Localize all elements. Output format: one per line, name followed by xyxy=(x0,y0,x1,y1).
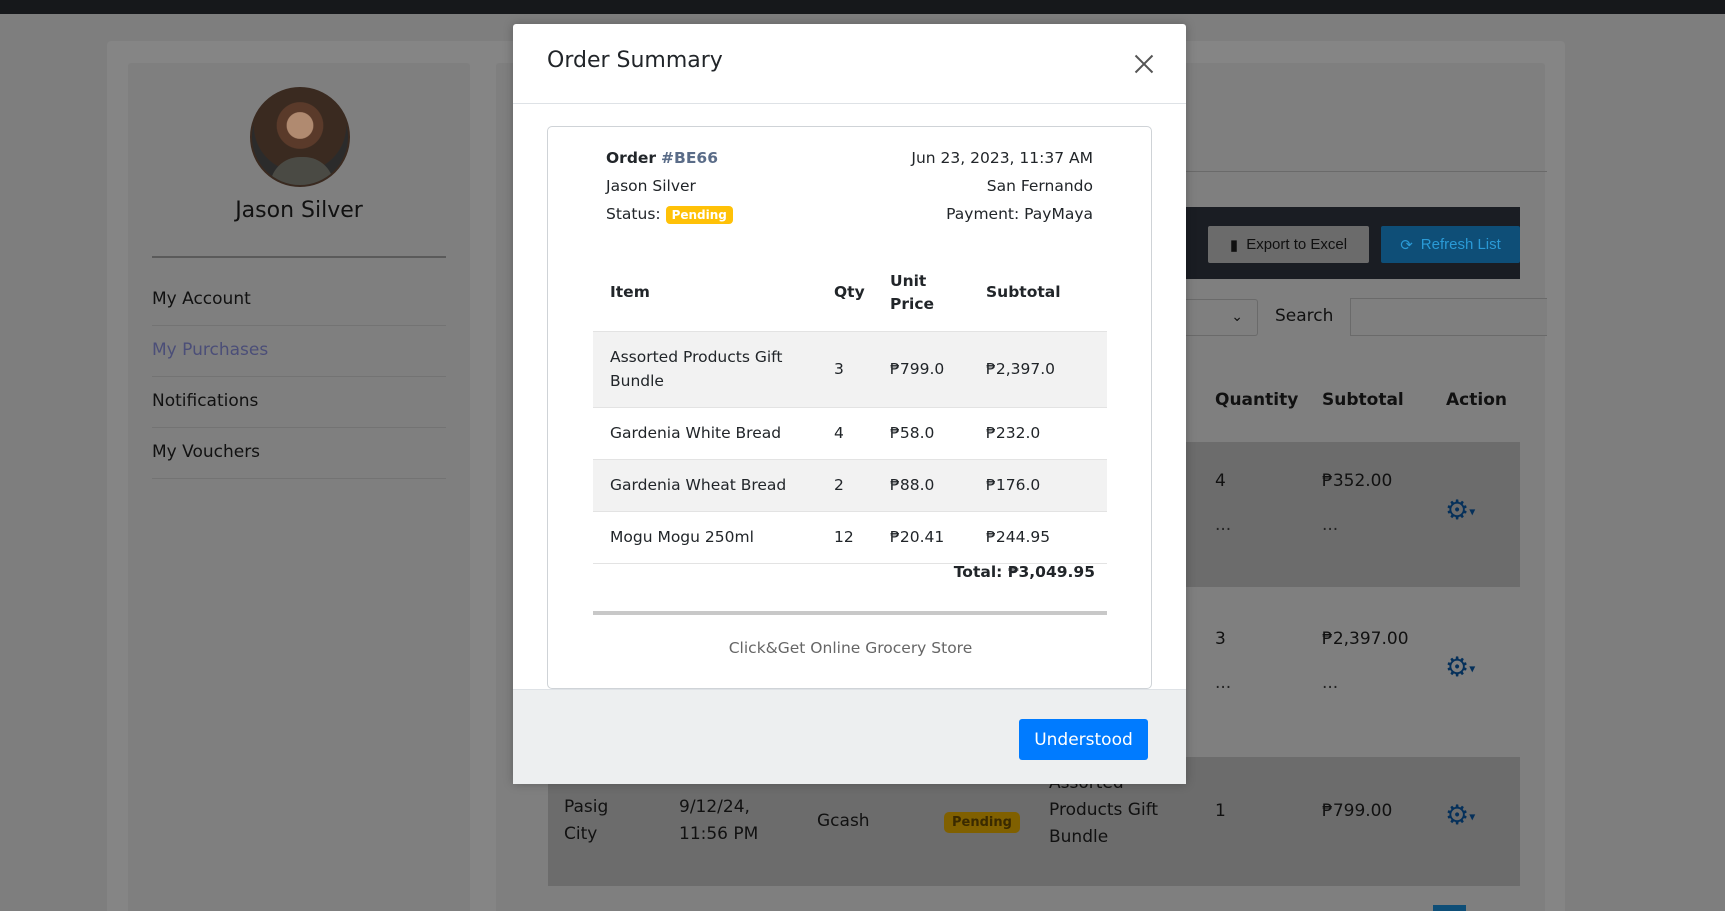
customer-name: Jason Silver xyxy=(606,177,696,195)
row-datetime: 9/12/24, 11:56 PM xyxy=(679,797,759,844)
status-label: Status: xyxy=(606,205,661,223)
column-header-action: Action xyxy=(1446,390,1507,410)
modal-title: Order Summary xyxy=(547,48,723,73)
chevron-down-icon: ⌄ xyxy=(1231,309,1243,325)
export-excel-label: Export to Excel xyxy=(1246,236,1348,253)
sidebar-divider xyxy=(152,256,446,258)
modal-footer: Understood xyxy=(513,689,1186,784)
row-action-gear-icon[interactable]: ⚙▾ xyxy=(1445,495,1475,526)
column-header-subtotal[interactable]: Subtotal xyxy=(1322,390,1404,410)
tab-divider xyxy=(1180,171,1547,172)
column-header-item: Item xyxy=(593,255,817,332)
row-quantity: 4 xyxy=(1215,471,1226,491)
modal-header: Order Summary xyxy=(513,24,1186,104)
item-unit-price: ₱58.0 xyxy=(873,407,969,460)
receipt-divider xyxy=(593,611,1107,615)
item-name: Gardenia White Bread xyxy=(593,407,817,460)
pagination-button[interactable] xyxy=(1433,905,1466,911)
column-header-unit-price: Unit Price xyxy=(873,255,969,332)
payment-method: Payment: PayMaya xyxy=(946,205,1093,223)
table-row: Mogu Mogu 250ml 12 ₱20.41 ₱244.95 xyxy=(593,511,1107,564)
sidebar-menu: My Account My Purchases Notifications My… xyxy=(152,275,446,479)
entries-select[interactable]: ⌄ xyxy=(1180,299,1258,336)
receipt-card: Order #BE66 Jason Silver Status: Pending… xyxy=(547,126,1152,689)
row-city: Pasig City xyxy=(564,797,609,844)
item-qty: 2 xyxy=(817,459,873,512)
sidebar-item-my-account[interactable]: My Account xyxy=(152,275,446,326)
column-header-subtotal: Subtotal xyxy=(969,255,1107,332)
table-row: Assorted Products Gift Bundle 3 ₱799.0 ₱… xyxy=(593,331,1107,408)
row-more: ... xyxy=(1322,515,1339,535)
understood-button[interactable]: Understood xyxy=(1019,719,1148,760)
row-more: ... xyxy=(1322,673,1339,693)
sidebar-item-my-vouchers[interactable]: My Vouchers xyxy=(152,428,446,479)
order-datetime: Jun 23, 2023, 11:37 AM xyxy=(911,149,1093,167)
refresh-list-button[interactable]: ⟳ Refresh List xyxy=(1381,226,1520,263)
table-row: Gardenia White Bread 4 ₱58.0 ₱232.0 xyxy=(593,407,1107,460)
item-subtotal: ₱232.0 xyxy=(969,407,1107,460)
item-subtotal: ₱2,397.0 xyxy=(969,331,1107,408)
table-row: Gardenia Wheat Bread 2 ₱88.0 ₱176.0 xyxy=(593,459,1107,512)
row-payment: Gcash xyxy=(817,811,870,831)
top-bar xyxy=(0,0,1725,14)
order-location: San Fernando xyxy=(986,177,1093,195)
item-subtotal: ₱244.95 xyxy=(969,511,1107,564)
order-summary-modal: Order Summary Order #BE66 Jason Silver S… xyxy=(513,24,1186,784)
item-qty: 12 xyxy=(817,511,873,564)
search-label: Search xyxy=(1275,306,1334,326)
file-icon: ▮ xyxy=(1229,236,1239,254)
export-excel-button[interactable]: ▮ Export to Excel xyxy=(1208,226,1369,263)
item-subtotal: ₱176.0 xyxy=(969,459,1107,512)
refresh-icon: ⟳ xyxy=(1400,236,1413,254)
order-number: #BE66 xyxy=(661,149,718,167)
search-input[interactable] xyxy=(1350,298,1547,336)
row-more: ... xyxy=(1215,515,1232,535)
row-subtotal: ₱352.00 xyxy=(1322,471,1393,491)
status-line: Status: Pending xyxy=(606,205,733,224)
item-unit-price: ₱799.0 xyxy=(873,331,969,408)
row-subtotal: ₱2,397.00 xyxy=(1322,629,1409,649)
item-name: Mogu Mogu 250ml xyxy=(593,511,817,564)
order-label: Order xyxy=(606,149,657,167)
store-name: Click&Get Online Grocery Store xyxy=(728,639,973,657)
order-line: Order #BE66 xyxy=(606,149,718,167)
item-name: Gardenia Wheat Bread xyxy=(593,459,817,512)
item-qty: 3 xyxy=(817,331,873,408)
order-total: Total: ₱3,049.95 xyxy=(953,563,1095,581)
sidebar-item-notifications[interactable]: Notifications xyxy=(152,377,446,428)
sidebar xyxy=(128,63,470,911)
row-subtotal: ₱799.00 xyxy=(1322,801,1393,821)
close-icon[interactable] xyxy=(1130,50,1158,78)
refresh-list-label: Refresh List xyxy=(1420,236,1501,253)
column-header-quantity[interactable]: Quantity xyxy=(1215,390,1298,410)
item-unit-price: ₱88.0 xyxy=(873,459,969,512)
avatar xyxy=(250,87,350,187)
row-quantity: 1 xyxy=(1215,801,1226,821)
item-name: Assorted Products Gift Bundle xyxy=(593,331,817,408)
row-quantity: 3 xyxy=(1215,629,1226,649)
column-header-qty: Qty xyxy=(817,255,873,332)
row-action-gear-icon[interactable]: ⚙▾ xyxy=(1445,652,1475,683)
item-unit-price: ₱20.41 xyxy=(873,511,969,564)
sidebar-item-my-purchases[interactable]: My Purchases xyxy=(152,326,446,377)
status-badge: Pending xyxy=(944,812,1020,833)
row-more: ... xyxy=(1215,673,1232,693)
row-action-gear-icon[interactable]: ⚙▾ xyxy=(1445,800,1475,831)
status-badge: Pending xyxy=(665,205,733,224)
user-name: Jason Silver xyxy=(235,198,363,223)
item-qty: 4 xyxy=(817,407,873,460)
order-items-table: Item Qty Unit Price Subtotal Assorted Pr… xyxy=(593,255,1107,564)
